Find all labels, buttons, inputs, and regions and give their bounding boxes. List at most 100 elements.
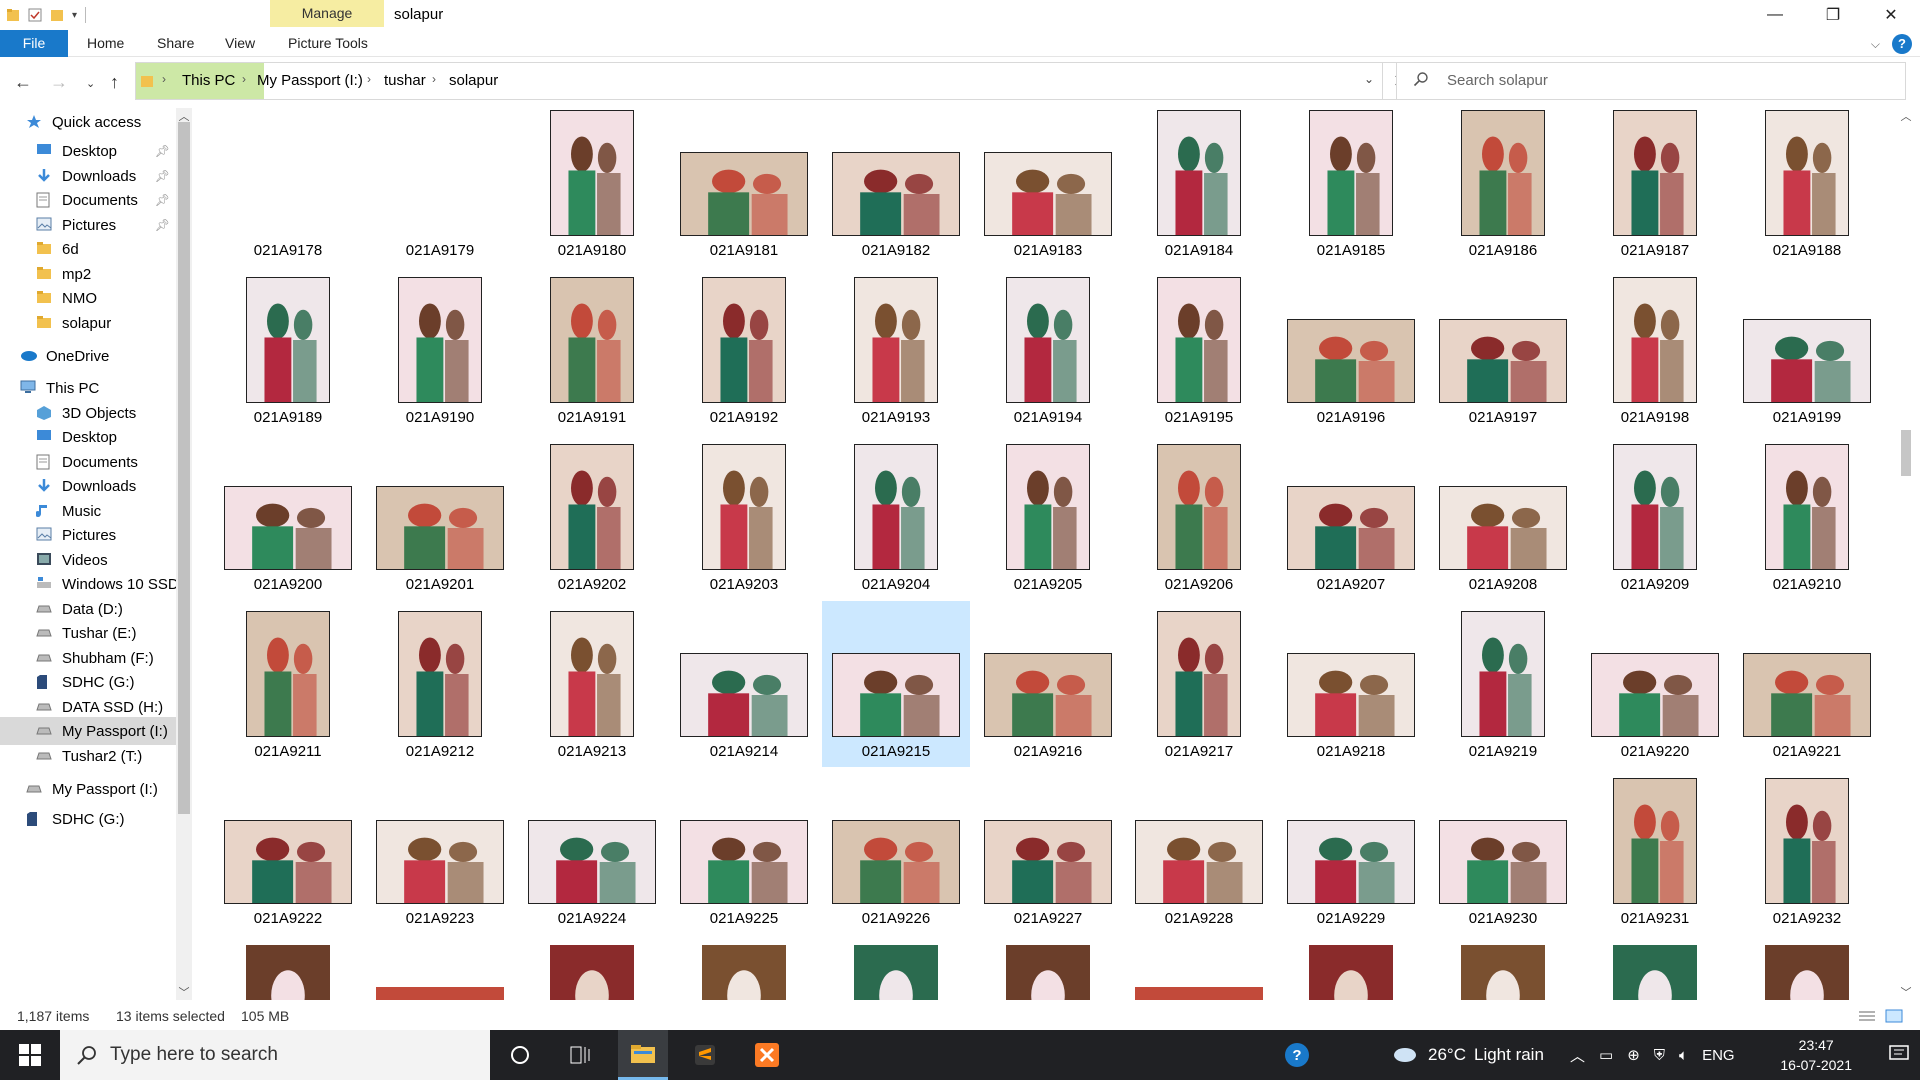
- file-tile[interactable]: 021A9203: [670, 434, 818, 600]
- file-tile[interactable]: 021A9216: [974, 601, 1122, 767]
- nav-item-tushar-e[interactable]: Tushar (E:): [0, 619, 178, 647]
- file-tile[interactable]: 021A9212: [366, 601, 514, 767]
- pin-icon[interactable]: 📌︎: [155, 193, 170, 207]
- file-tile[interactable]: 021A9198: [1581, 267, 1729, 433]
- properties-icon[interactable]: [28, 7, 42, 23]
- security-icon[interactable]: ⛨: [1654, 1047, 1665, 1064]
- file-tile[interactable]: 021A9189: [214, 267, 362, 433]
- file-tile[interactable]: 021A9207: [1277, 434, 1425, 600]
- nav-item-sdhc-g[interactable]: SDHC (G:): [0, 668, 178, 696]
- file-tile[interactable]: 021A9186: [1429, 108, 1577, 266]
- file-tile[interactable]: 021A9227: [974, 768, 1122, 934]
- minimize-button[interactable]: —: [1746, 0, 1804, 30]
- maximize-button[interactable]: ❐: [1804, 0, 1862, 30]
- tab-file[interactable]: File: [0, 30, 68, 57]
- file-tile[interactable]: 021A9187: [1581, 108, 1729, 266]
- file-tile[interactable]: 021A9196: [1277, 267, 1425, 433]
- nav-item-6d[interactable]: 6d: [0, 235, 178, 263]
- file-tile[interactable]: 021A9185: [1277, 108, 1425, 266]
- file-tile[interactable]: 021A9224: [518, 768, 666, 934]
- file-tile[interactable]: [1733, 935, 1881, 1000]
- file-tile[interactable]: 021A9195: [1125, 267, 1273, 433]
- breadcrumb-tushar[interactable]: tushar: [384, 72, 426, 89]
- file-tile[interactable]: [214, 935, 362, 1000]
- pin-icon[interactable]: 📌︎: [155, 144, 170, 158]
- file-tile[interactable]: 021A9180: [518, 108, 666, 266]
- file-tile[interactable]: 021A9191: [518, 267, 666, 433]
- help-taskbar-icon[interactable]: ?: [1272, 1030, 1322, 1080]
- tab-share[interactable]: Share: [157, 30, 194, 57]
- network-icon[interactable]: ⊕: [1627, 1046, 1640, 1064]
- file-tile[interactable]: [1581, 935, 1729, 1000]
- scroll-down-icon[interactable]: ﹀: [176, 984, 192, 1000]
- file-tile[interactable]: [1429, 935, 1577, 1000]
- task-view-icon[interactable]: [555, 1030, 605, 1080]
- cortana-icon[interactable]: [495, 1030, 545, 1080]
- file-tile[interactable]: 021A9181: [670, 108, 818, 266]
- xampp-icon[interactable]: [742, 1030, 792, 1080]
- tab-picture-tools[interactable]: Picture Tools: [288, 30, 368, 57]
- nav-item-quick-access[interactable]: Quick access: [0, 108, 178, 136]
- close-button[interactable]: ✕: [1862, 0, 1920, 30]
- nav-item-desktop[interactable]: Desktop: [0, 423, 178, 451]
- address-bar[interactable]: › This PC › My Passport (I:) › tushar › …: [135, 62, 1383, 100]
- file-tile[interactable]: [670, 935, 818, 1000]
- file-tile[interactable]: 021A9228: [1125, 768, 1273, 934]
- nav-item-windows-10-ssd[interactable]: Windows 10 SSD: [0, 570, 178, 598]
- file-tile[interactable]: 021A9217: [1125, 601, 1273, 767]
- file-tile[interactable]: 021A9223: [366, 768, 514, 934]
- file-tile[interactable]: 021A9210: [1733, 434, 1881, 600]
- nav-item-onedrive[interactable]: OneDrive: [0, 342, 178, 370]
- file-tile[interactable]: 021A9214: [670, 601, 818, 767]
- pin-icon[interactable]: 📌︎: [155, 169, 170, 183]
- tab-home[interactable]: Home: [87, 30, 124, 57]
- nav-item-tushar2-t[interactable]: Tushar2 (T:): [0, 742, 178, 770]
- file-tile[interactable]: 021A9231: [1581, 768, 1729, 934]
- file-tile[interactable]: 021A9225: [670, 768, 818, 934]
- nav-scroll-thumb[interactable]: [178, 122, 190, 814]
- file-tile[interactable]: 021A9206: [1125, 434, 1273, 600]
- file-tile[interactable]: 021A9211: [214, 601, 362, 767]
- file-tile[interactable]: 021A9218: [1277, 601, 1425, 767]
- content-scrollbar[interactable]: ︿ ﹀: [1896, 108, 1916, 1000]
- file-tile[interactable]: 021A9229: [1277, 768, 1425, 934]
- nav-item-sdhc-g[interactable]: SDHC (G:): [0, 805, 178, 833]
- breadcrumb-my-passport[interactable]: My Passport (I:): [257, 72, 363, 89]
- taskbar-search-input[interactable]: Type here to search: [110, 1044, 278, 1066]
- file-tile[interactable]: 021A9205: [974, 434, 1122, 600]
- file-tile[interactable]: 021A9209: [1581, 434, 1729, 600]
- nav-item-my-passport-i[interactable]: My Passport (I:): [0, 717, 178, 745]
- customize-toolbar-icon[interactable]: ▾: [72, 10, 77, 21]
- large-icons-view-icon[interactable]: [1885, 1009, 1903, 1026]
- taskbar-search[interactable]: Type here to search: [60, 1030, 490, 1080]
- language-indicator[interactable]: ENG: [1702, 1047, 1735, 1064]
- file-tile[interactable]: 021A9221: [1733, 601, 1881, 767]
- file-tile[interactable]: [822, 935, 970, 1000]
- file-tile[interactable]: 021A9190: [366, 267, 514, 433]
- weather-widget[interactable]: 26°C Light rain: [1392, 1030, 1544, 1080]
- file-tile[interactable]: 021A9208: [1429, 434, 1577, 600]
- start-button[interactable]: [0, 1030, 60, 1080]
- nav-scrollbar[interactable]: ︿ ﹀: [176, 108, 192, 1000]
- tab-manage[interactable]: Manage: [270, 0, 384, 27]
- nav-item-this-pc[interactable]: This PC: [0, 374, 178, 402]
- clock[interactable]: 23:47 16-07-2021: [1780, 1035, 1852, 1075]
- address-dropdown-icon[interactable]: ⌄: [1364, 72, 1374, 86]
- back-arrow-icon[interactable]: ←: [14, 72, 32, 93]
- file-tile[interactable]: 021A9192: [670, 267, 818, 433]
- file-tile[interactable]: [1277, 935, 1425, 1000]
- nav-item-nmo[interactable]: NMO: [0, 284, 178, 312]
- file-tile[interactable]: 021A9219: [1429, 601, 1577, 767]
- nav-item-pictures[interactable]: Pictures: [0, 521, 178, 549]
- file-tile[interactable]: [518, 935, 666, 1000]
- search-box[interactable]: Search solapur: [1396, 62, 1906, 100]
- expand-ribbon-icon[interactable]: ⌵: [1871, 37, 1880, 52]
- up-arrow-icon[interactable]: ↑: [110, 72, 119, 93]
- file-tile[interactable]: 021A9204: [822, 434, 970, 600]
- scroll-down-icon[interactable]: ﹀: [1896, 984, 1916, 1000]
- volume-icon[interactable]: 🔈︎: [1679, 1047, 1688, 1064]
- recent-locations-icon[interactable]: ⌄: [86, 77, 95, 90]
- nav-item-solapur[interactable]: solapur: [0, 309, 178, 337]
- file-tile[interactable]: 021A9188: [1733, 108, 1881, 266]
- file-tile[interactable]: 021A9220: [1581, 601, 1729, 767]
